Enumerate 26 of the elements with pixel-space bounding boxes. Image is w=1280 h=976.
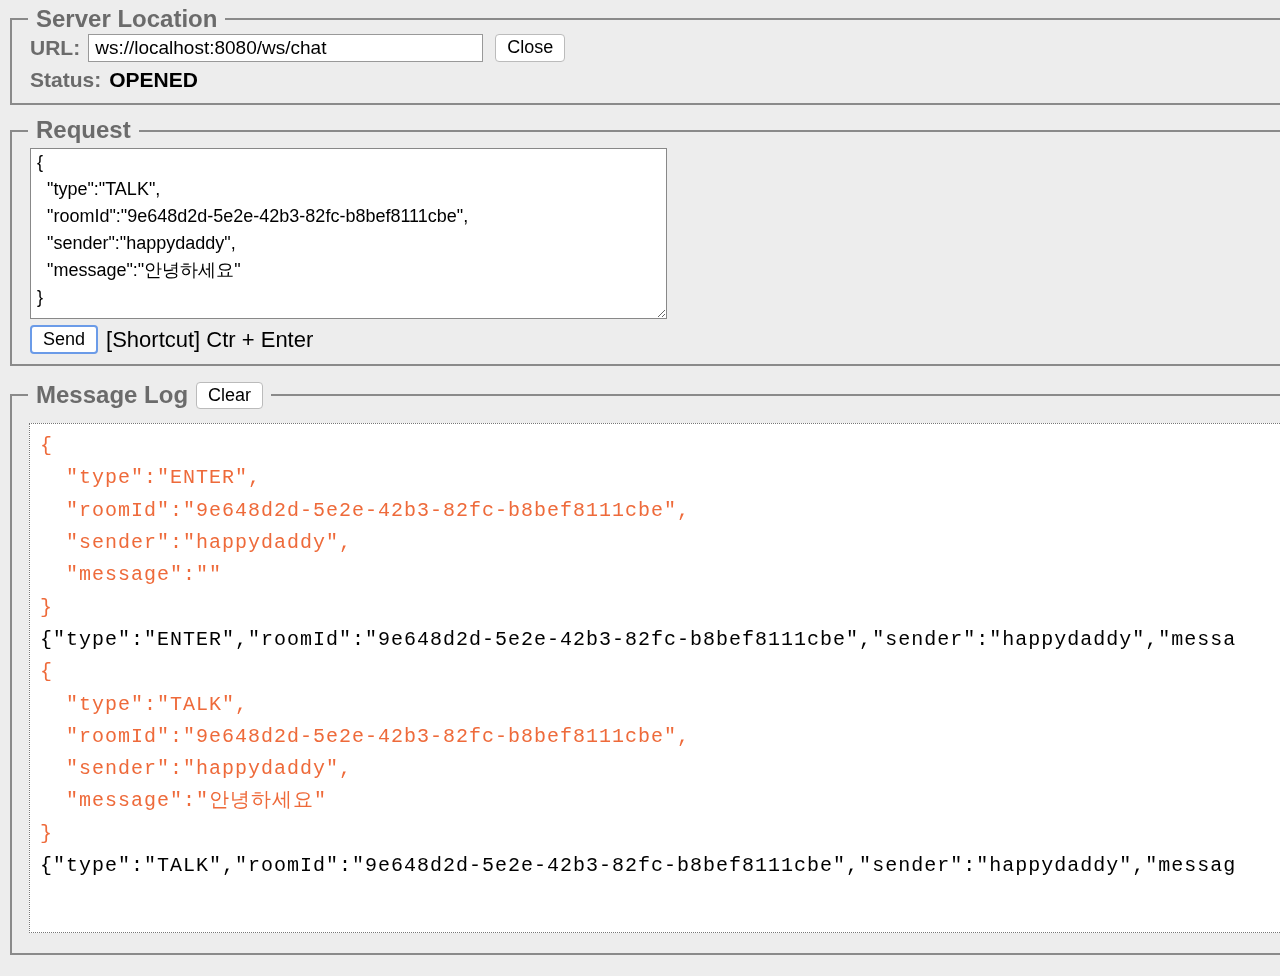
shortcut-hint: [Shortcut] Ctr + Enter xyxy=(106,325,314,354)
log-line: { xyxy=(40,659,54,686)
close-button[interactable]: Close xyxy=(495,34,566,62)
log-line: "type":"TALK", xyxy=(65,691,250,718)
log-line: "sender":"happydaddy", xyxy=(65,530,354,557)
log-line: "roomId":"9e648d2d-5e2e-42b3-82fc-b8bef8111cbe", xyxy=(65,723,692,750)
send-button[interactable]: Send xyxy=(30,324,99,354)
clear-button[interactable]: Clear xyxy=(196,381,264,410)
log-line: "message":"" xyxy=(65,562,224,589)
section-title: Message Log xyxy=(36,382,189,409)
log-line: "type":"ENTER", xyxy=(65,465,263,492)
section-title: Server Location xyxy=(35,6,219,33)
log-line: "message":"안녕하세요" xyxy=(65,788,329,815)
log-line: } xyxy=(40,820,54,847)
log-line: "roomId":"9e648d2d-5e2e-42b3-82fc-b8bef8111cbe", xyxy=(65,497,692,524)
log-line: {"type":"TALK","roomId":"9e648d2d-5e2e-42b3-82fc-b8bef8111cbe","sender":"happydaddy","messag xyxy=(40,853,1238,880)
status-value: OPENED xyxy=(109,66,198,93)
status-label: Status: xyxy=(30,66,102,93)
url-field[interactable]: ws://localhost:8080/ws/chat xyxy=(88,34,484,63)
url-label: URL: xyxy=(30,35,81,62)
log-line: } xyxy=(40,594,54,621)
section-title: Request xyxy=(35,117,132,144)
log-line: "sender":"happydaddy", xyxy=(65,756,354,783)
log-line: { xyxy=(40,433,54,460)
log-line: {"type":"ENTER","roomId":"9e648d2d-5e2e-42b3-82fc-b8bef8111cbe","sender":"happydaddy","messa xyxy=(40,626,1238,653)
request-body-field[interactable]: { "type":"TALK", "roomId":"9e648d2d-5e2e-42b3-82fc-b8bef8111cbe", "sender":"happydaddy", "message":"안녕하세요" } xyxy=(30,147,667,319)
